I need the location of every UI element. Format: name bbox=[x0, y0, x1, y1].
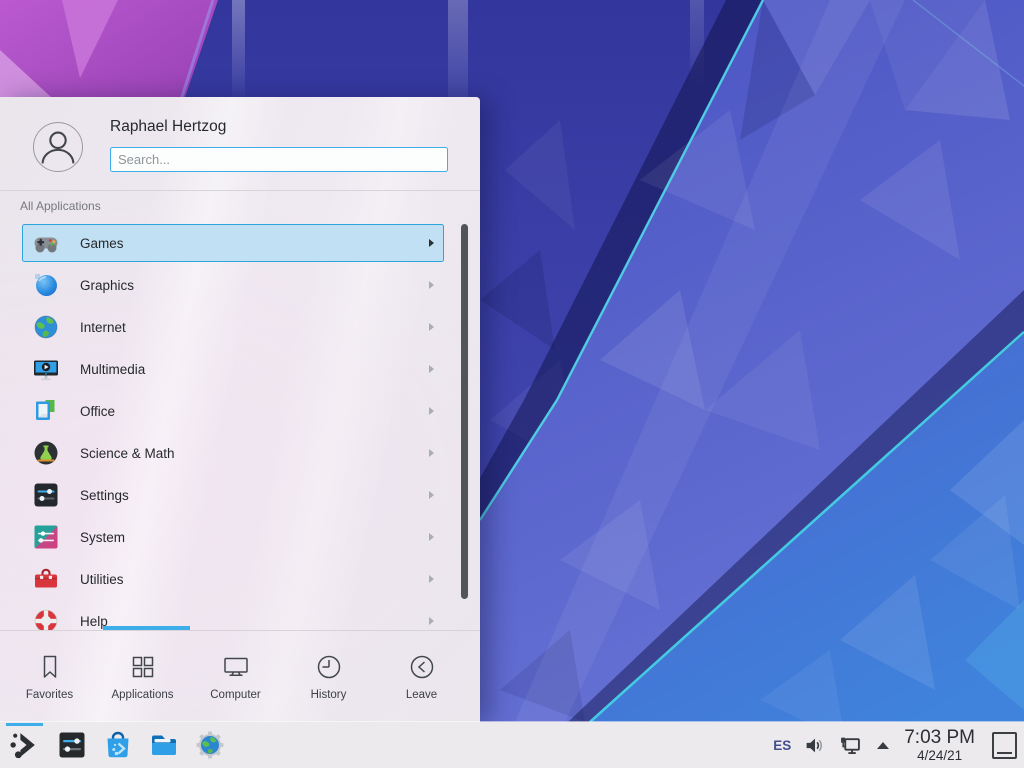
app-category-utilities[interactable]: Utilities bbox=[22, 560, 444, 598]
app-category-games[interactable]: Games bbox=[22, 224, 444, 262]
desktop: { "user": { "name": "Raphael Hertzog" },… bbox=[0, 0, 1024, 768]
menu-tab-bar: Favorites Applications Computer History Leav… bbox=[3, 631, 477, 720]
tab-computer[interactable]: Computer bbox=[189, 631, 282, 720]
network-icon[interactable] bbox=[838, 735, 862, 756]
multimedia-icon bbox=[32, 355, 60, 383]
web-browser-icon bbox=[195, 730, 225, 760]
scrollbar[interactable] bbox=[461, 224, 468, 599]
show-desktop-button[interactable] bbox=[992, 732, 1017, 759]
submenu-arrow-icon bbox=[429, 491, 434, 499]
file-manager-icon bbox=[149, 730, 179, 760]
separator bbox=[0, 190, 480, 191]
user-icon bbox=[34, 123, 82, 171]
science-icon bbox=[32, 439, 60, 467]
utilities-icon bbox=[32, 565, 60, 593]
keyboard-layout-indicator[interactable]: ES bbox=[773, 738, 791, 753]
app-category-label: Science & Math bbox=[80, 446, 175, 461]
submenu-arrow-icon bbox=[429, 533, 434, 541]
tab-label: Leave bbox=[406, 689, 437, 701]
avatar[interactable] bbox=[33, 122, 83, 172]
computer-icon bbox=[221, 652, 251, 682]
leave-icon bbox=[407, 652, 437, 682]
settings-icon bbox=[32, 481, 60, 509]
app-category-label: System bbox=[80, 530, 125, 545]
app-category-label: Internet bbox=[80, 320, 126, 335]
submenu-arrow-icon bbox=[429, 407, 434, 415]
app-category-label: Office bbox=[80, 404, 115, 419]
app-category-graphics[interactable]: Graphics bbox=[22, 266, 444, 304]
taskbar-launchers bbox=[0, 722, 226, 768]
internet-icon bbox=[32, 313, 60, 341]
search-input[interactable] bbox=[110, 147, 448, 172]
discover-button[interactable] bbox=[102, 722, 134, 768]
app-category-science-math[interactable]: Science & Math bbox=[22, 434, 444, 472]
tab-label: Applications bbox=[111, 689, 173, 701]
app-category-label: Multimedia bbox=[80, 362, 145, 377]
submenu-arrow-icon bbox=[429, 575, 434, 583]
digital-clock[interactable]: 7:03 PM 4/24/21 bbox=[904, 728, 975, 763]
app-category-list: Games Graphics Internet Multimedia Office Sci… bbox=[0, 222, 458, 630]
app-category-label: Graphics bbox=[80, 278, 134, 293]
help-icon bbox=[32, 607, 60, 630]
app-category-office[interactable]: Office bbox=[22, 392, 444, 430]
system-icon bbox=[32, 523, 60, 551]
submenu-arrow-icon bbox=[429, 449, 434, 457]
submenu-arrow-icon bbox=[429, 323, 434, 331]
app-category-help[interactable]: Help bbox=[22, 602, 444, 630]
expand-tray-icon[interactable] bbox=[875, 740, 891, 750]
favorites-icon bbox=[35, 652, 65, 682]
clock-time: 7:03 PM bbox=[904, 728, 975, 747]
search-box bbox=[110, 147, 448, 172]
tab-favorites[interactable]: Favorites bbox=[3, 631, 96, 720]
app-category-internet[interactable]: Internet bbox=[22, 308, 444, 346]
application-launcher-menu: Raphael Hertzog All Applications Games Gr… bbox=[0, 97, 480, 722]
app-launcher-icon bbox=[8, 729, 41, 762]
history-icon bbox=[314, 652, 344, 682]
tab-leave[interactable]: Leave bbox=[375, 631, 468, 720]
system-settings-icon bbox=[57, 730, 87, 760]
active-tab-indicator bbox=[103, 626, 190, 630]
clock-date: 4/24/21 bbox=[904, 749, 975, 763]
submenu-arrow-icon bbox=[429, 281, 434, 289]
app-category-system[interactable]: System bbox=[22, 518, 444, 556]
discover-icon bbox=[103, 730, 133, 760]
graphics-icon bbox=[32, 271, 60, 299]
tab-applications[interactable]: Applications bbox=[96, 631, 189, 720]
web-browser-button[interactable] bbox=[194, 722, 226, 768]
submenu-arrow-icon bbox=[429, 617, 434, 625]
user-name: Raphael Hertzog bbox=[110, 118, 226, 136]
app-category-multimedia[interactable]: Multimedia bbox=[22, 350, 444, 388]
system-settings-button[interactable] bbox=[56, 722, 88, 768]
games-icon bbox=[32, 229, 60, 257]
tab-label: Computer bbox=[210, 689, 261, 701]
applications-icon bbox=[128, 652, 158, 682]
system-tray: ES 7:03 PM 4/24/21 bbox=[773, 722, 1024, 768]
app-launcher-button[interactable] bbox=[7, 722, 42, 768]
section-label: All Applications bbox=[20, 199, 101, 213]
tab-history[interactable]: History bbox=[282, 631, 375, 720]
app-category-settings[interactable]: Settings bbox=[22, 476, 444, 514]
active-task-indicator bbox=[6, 723, 43, 726]
submenu-arrow-icon bbox=[429, 365, 434, 373]
tab-label: Favorites bbox=[26, 689, 73, 701]
taskbar: ES 7:03 PM 4/24/21 bbox=[0, 722, 1024, 768]
file-manager-button[interactable] bbox=[148, 722, 180, 768]
app-category-label: Settings bbox=[80, 488, 129, 503]
office-icon bbox=[32, 397, 60, 425]
tab-label: History bbox=[311, 689, 347, 701]
submenu-arrow-icon bbox=[429, 239, 434, 247]
volume-icon[interactable] bbox=[804, 735, 825, 756]
app-category-label: Games bbox=[80, 236, 124, 251]
app-category-label: Utilities bbox=[80, 572, 124, 587]
